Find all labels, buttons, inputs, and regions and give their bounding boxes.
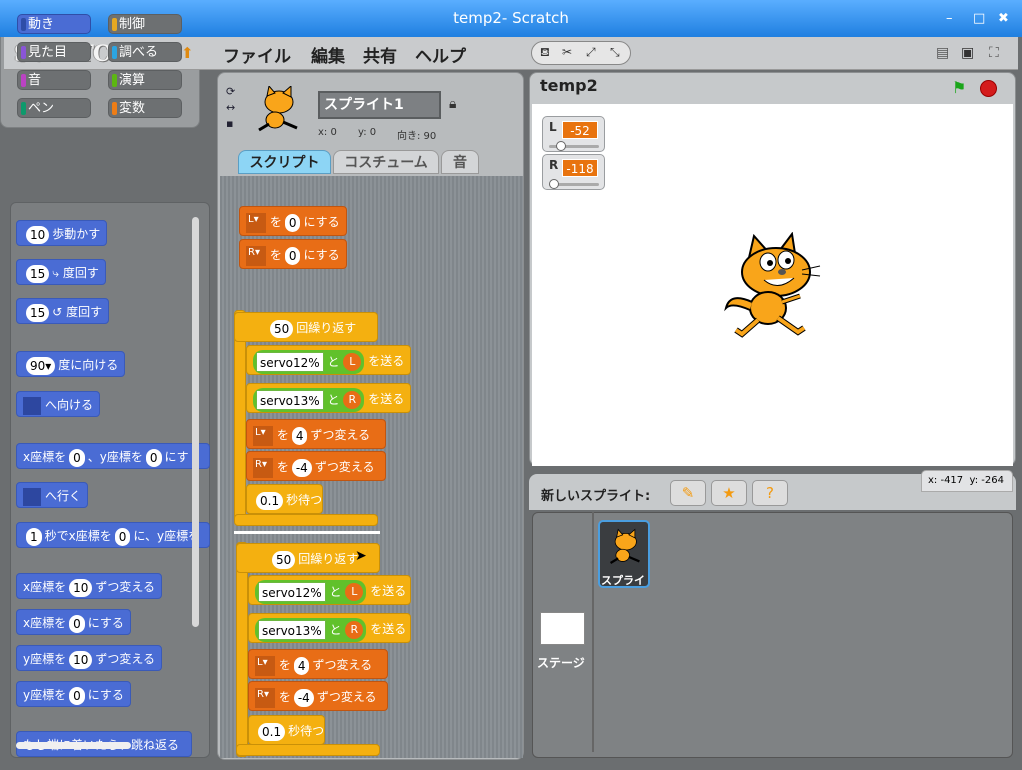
sprite-list-divider bbox=[592, 512, 594, 752]
menu-edit[interactable]: 編集 bbox=[311, 42, 345, 67]
sprite-direction: 向き: 90 bbox=[397, 131, 437, 142]
repeat-block-1-arm bbox=[234, 310, 246, 525]
mouse-y: y: -264 bbox=[969, 475, 1004, 486]
cat-sprite[interactable] bbox=[720, 232, 824, 340]
shrink-icon[interactable]: ⤡ bbox=[610, 45, 620, 60]
sprite-tools-group: ⛾ ✂ ⤢ ⤡ bbox=[531, 41, 631, 65]
paint-star-icon: ✎ bbox=[681, 484, 695, 502]
tab-costumes[interactable]: コスチューム bbox=[333, 150, 439, 174]
mouse-x: x: -417 bbox=[928, 475, 964, 486]
block-turn-left[interactable]: 15 ↺ 度回す bbox=[16, 298, 110, 324]
lock-icon[interactable]: 🔒︎ bbox=[449, 96, 456, 112]
block-send-servo13-2[interactable]: servo13% と R を送る bbox=[248, 613, 411, 643]
monitor-L: L -52 bbox=[542, 116, 605, 152]
block-set-y[interactable]: y座標を 0 にする bbox=[16, 681, 131, 707]
block-change-R-1[interactable]: R▾ を -4 ずつ変える bbox=[246, 451, 386, 481]
mouse-cursor-icon: ➤ bbox=[355, 548, 367, 564]
green-flag-icon[interactable]: ⚑ bbox=[952, 78, 966, 97]
block-set-R[interactable]: R▾ を 0 にする bbox=[239, 239, 347, 269]
blocks-palette bbox=[10, 202, 210, 758]
category-variables[interactable]: 変数 bbox=[108, 98, 182, 118]
block-send-servo12-1[interactable]: servo12% と L を送る bbox=[246, 345, 411, 375]
category-operators[interactable]: 演算 bbox=[108, 70, 182, 90]
category-sensing[interactable]: 調べる bbox=[108, 42, 182, 62]
presentation-icon[interactable]: ⛶ bbox=[989, 45, 999, 61]
share-upload-icon[interactable]: ⬆ bbox=[181, 44, 194, 62]
category-control[interactable]: 制御 bbox=[108, 14, 182, 34]
repeat-block-2-arm bbox=[236, 542, 248, 757]
menu-share[interactable]: 共有 bbox=[363, 42, 397, 67]
question-star-icon: ? bbox=[766, 484, 774, 502]
paint-new-sprite-button[interactable]: ✎ bbox=[670, 480, 706, 506]
category-looks[interactable]: 見た目 bbox=[17, 42, 91, 62]
block-change-R-2[interactable]: R▾ を -4 ずつ変える bbox=[248, 681, 388, 711]
block-repeat-1[interactable]: 50 回繰り返す bbox=[234, 312, 378, 342]
normal-stage-icon[interactable]: ▣ bbox=[961, 45, 974, 61]
stop-icon[interactable] bbox=[980, 80, 997, 97]
tab-sounds[interactable]: 音 bbox=[441, 150, 479, 174]
category-motion[interactable]: 動き bbox=[17, 14, 91, 34]
category-pen[interactable]: ペン bbox=[17, 98, 91, 118]
minimize-button[interactable]: – bbox=[946, 0, 953, 37]
block-turn-right[interactable]: 15 ⤷ 度回す bbox=[16, 259, 106, 285]
choose-sprite-file-button[interactable]: ★ bbox=[711, 480, 747, 506]
maximize-button[interactable]: □ bbox=[973, 0, 985, 37]
category-sound[interactable]: 音 bbox=[17, 70, 91, 90]
small-stage-icon[interactable]: ▤ bbox=[936, 45, 949, 61]
block-point-direction[interactable]: 90▾ 度に向ける bbox=[16, 351, 126, 377]
block-goto-xy[interactable]: x座標を 0 、y座標を 0 にす bbox=[16, 443, 210, 469]
delete-scissors-icon[interactable]: ✂ bbox=[562, 45, 572, 59]
monitor-R-slider-knob[interactable] bbox=[549, 179, 560, 189]
block-change-L-2[interactable]: L▾ を 4 ずつ変える bbox=[248, 649, 388, 679]
block-change-x[interactable]: x座標を 10 ずつ変える bbox=[16, 573, 163, 599]
rotation-full-icon[interactable]: ⟳ bbox=[226, 85, 235, 98]
block-set-L[interactable]: L▾ を 0 にする bbox=[239, 206, 347, 236]
block-glide[interactable]: 1 秒でx座標を 0 に、y座標を bbox=[16, 522, 210, 548]
project-title: temp2 bbox=[540, 76, 598, 95]
block-send-servo13-1[interactable]: servo13% と R を送る bbox=[246, 383, 411, 413]
block-wait-2[interactable]: 0.1 秒待つ bbox=[248, 715, 325, 745]
stage-label: ステージ bbox=[537, 656, 585, 670]
monitor-R: R -118 bbox=[542, 154, 605, 190]
sprite-x: x: 0 bbox=[318, 127, 337, 138]
repeat-block-2-foot bbox=[236, 744, 380, 756]
grow-icon[interactable]: ⤢ bbox=[586, 45, 596, 60]
tab-scripts[interactable]: スクリプト bbox=[238, 150, 331, 174]
stage-thumbnail[interactable] bbox=[540, 612, 585, 645]
sprite-thumb-sprite1[interactable]: スプライト bbox=[598, 520, 650, 588]
sprite-thumbnail-cat-icon bbox=[258, 86, 298, 132]
window-title: temp2- Scratch bbox=[453, 9, 569, 27]
block-move-steps[interactable]: 10 歩動かす bbox=[16, 220, 108, 246]
monitor-L-slider-knob[interactable] bbox=[555, 141, 566, 151]
block-point-towards[interactable]: へ向ける bbox=[16, 391, 101, 417]
block-go-to[interactable]: へ行く bbox=[16, 482, 89, 508]
sprite-thumb-label: スプライト bbox=[601, 574, 648, 587]
sprite-thumb-cat-icon bbox=[609, 528, 640, 564]
new-sprite-label: 新しいスプライト: bbox=[541, 489, 651, 504]
block-set-x[interactable]: x座標を 0 にする bbox=[16, 609, 131, 635]
folder-star-icon: ★ bbox=[722, 484, 736, 502]
menu-help[interactable]: ヘルプ bbox=[415, 42, 466, 67]
rotation-flip-icon[interactable]: ↔ bbox=[226, 101, 235, 114]
block-wait-1[interactable]: 0.1 秒待つ bbox=[246, 484, 323, 514]
block-change-y[interactable]: y座標を 10 ずつ変える bbox=[16, 645, 163, 671]
sprite-y: y: 0 bbox=[358, 127, 377, 138]
palette-horizontal-scrollbar[interactable] bbox=[16, 742, 131, 749]
mouse-coordinates: x: -417 y: -264 bbox=[921, 470, 1013, 492]
random-sprite-button[interactable]: ? bbox=[752, 480, 788, 506]
sprite-name-field[interactable]: スプライト1 bbox=[318, 91, 441, 119]
menu-file[interactable]: ファイル bbox=[223, 42, 291, 67]
drop-indicator bbox=[234, 531, 380, 534]
palette-vertical-scrollbar[interactable] bbox=[192, 217, 199, 627]
duplicate-stamp-icon[interactable]: ⛾ bbox=[540, 45, 550, 61]
rotation-none-icon[interactable]: ▪ bbox=[226, 117, 233, 130]
block-change-L-1[interactable]: L▾ を 4 ずつ変える bbox=[246, 419, 386, 449]
close-button[interactable]: ✖ bbox=[998, 0, 1009, 37]
block-send-servo12-2[interactable]: servo12% と L を送る bbox=[248, 575, 411, 605]
repeat-block-1-foot bbox=[234, 514, 378, 526]
